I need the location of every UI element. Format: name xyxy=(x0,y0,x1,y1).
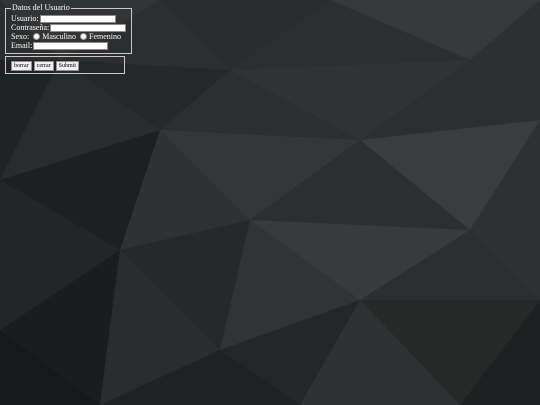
email-input[interactable] xyxy=(33,41,109,50)
sexo-label: Sexo: xyxy=(11,32,30,41)
usuario-input[interactable] xyxy=(39,14,116,23)
submit-button[interactable]: Submit xyxy=(55,61,79,71)
email-label: Email: xyxy=(11,41,33,50)
usuario-row: Usuario: xyxy=(11,14,126,23)
contrasena-input[interactable] xyxy=(50,23,127,32)
user-form: Datos del Usuario Usuario: Contraseña: S… xyxy=(5,3,133,74)
masculino-label: Masculino xyxy=(42,32,77,41)
borrar-button[interactable]: borrar xyxy=(11,61,32,71)
user-data-fieldset: Datos del Usuario Usuario: Contraseña: S… xyxy=(5,3,133,54)
femenino-label: Femenino xyxy=(89,32,122,41)
contrasena-row: Contraseña: xyxy=(11,23,127,32)
sexo-row: Sexo: Masculino Femenino xyxy=(11,32,126,41)
radio-masculino[interactable] xyxy=(33,33,41,40)
usuario-label: Usuario: xyxy=(11,14,39,23)
contrasena-label: Contraseña: xyxy=(11,23,50,32)
radio-femenino[interactable] xyxy=(80,33,88,40)
buttons-fieldset: borrar cerrar Submit xyxy=(5,56,125,74)
email-row: Email: xyxy=(11,41,126,50)
fieldset-legend: Datos del Usuario xyxy=(12,3,70,12)
cerrar-button[interactable]: cerrar xyxy=(33,61,54,71)
